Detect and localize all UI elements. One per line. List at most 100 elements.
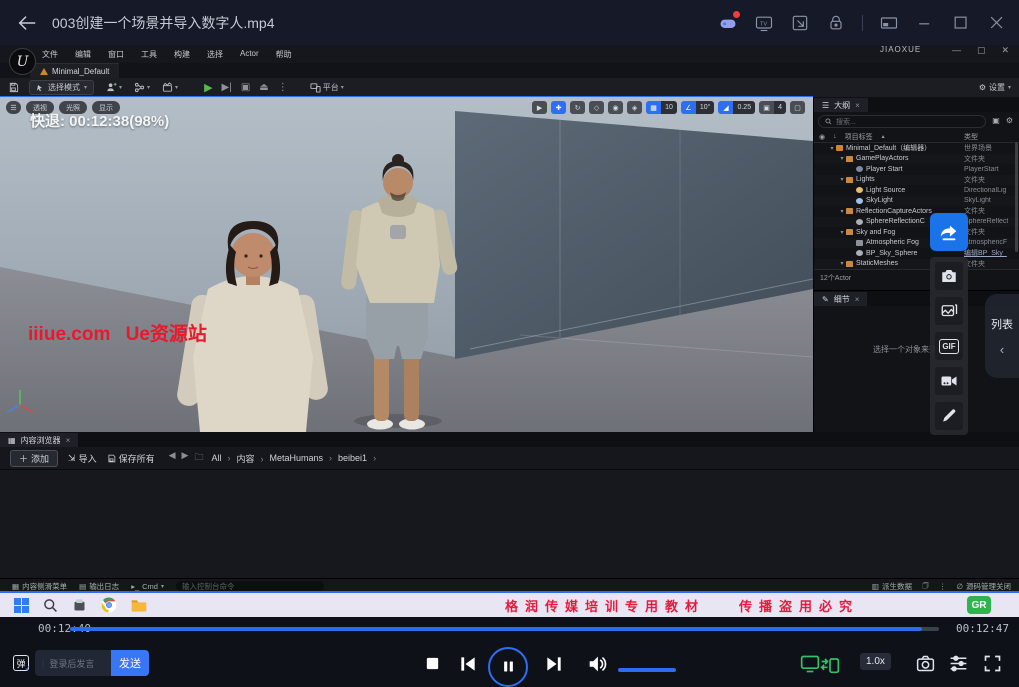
outliner-row[interactable]: ▾ Lights 文件夹 bbox=[814, 175, 1019, 186]
menu-item[interactable]: 文件 bbox=[42, 49, 58, 60]
share-button[interactable] bbox=[930, 213, 968, 251]
viewport-options-icon[interactable]: ☰ bbox=[6, 101, 21, 114]
menu-item[interactable]: 构建 bbox=[174, 49, 190, 60]
surface-snap-icon[interactable]: ◈ bbox=[627, 101, 642, 114]
outliner-scrollbar[interactable] bbox=[1015, 142, 1018, 252]
outliner-row[interactable]: ▾ Sky and Fog 文件夹 bbox=[814, 227, 1019, 238]
expand-arrow-icon[interactable]: ▾ bbox=[838, 229, 846, 236]
taskbar-search-icon[interactable] bbox=[43, 598, 58, 613]
next-button[interactable] bbox=[544, 640, 564, 687]
ue-restore-icon[interactable]: ▢ bbox=[977, 45, 986, 56]
camera-speed-icon[interactable]: ▣ bbox=[759, 101, 774, 114]
stop-button[interactable] bbox=[424, 640, 441, 687]
select-tool-icon[interactable]: ▶ bbox=[532, 101, 547, 114]
play-options-icon[interactable]: ⋮ bbox=[278, 82, 288, 93]
back-history-icon[interactable]: ◀ bbox=[169, 450, 176, 466]
danmaku-input[interactable]: | 登录后发言 bbox=[35, 650, 111, 676]
settings-mixer-button[interactable] bbox=[948, 640, 969, 687]
menu-item[interactable]: 工具 bbox=[141, 49, 157, 60]
snapshot-button[interactable] bbox=[915, 640, 936, 687]
ue-minimize-icon[interactable]: — bbox=[952, 45, 961, 56]
details-tab[interactable]: ✎ 细节 × bbox=[814, 292, 867, 306]
menu-item[interactable]: 编辑 bbox=[75, 49, 91, 60]
chrome-icon[interactable] bbox=[101, 597, 117, 613]
outliner-row[interactable]: ▾ GamePlayActors 文件夹 bbox=[814, 154, 1019, 165]
expand-arrow-icon[interactable]: ▾ bbox=[828, 145, 836, 152]
select-mode-dropdown[interactable]: 选择模式 ▾ bbox=[29, 80, 94, 95]
gamepad-icon[interactable] bbox=[718, 13, 738, 33]
blueprints-icon[interactable]: ▾ bbox=[134, 82, 150, 93]
lock-icon[interactable] bbox=[826, 13, 846, 33]
file-explorer-icon[interactable] bbox=[131, 598, 147, 612]
column-label[interactable]: 项目标签 bbox=[845, 132, 873, 142]
danmaku-toggle[interactable]: 弹 ✓ bbox=[13, 655, 29, 671]
playlist-flyout[interactable]: 列表 ‹ bbox=[985, 294, 1019, 378]
level-tab[interactable]: Minimal_Default bbox=[30, 63, 119, 78]
close-icon[interactable]: × bbox=[855, 101, 860, 110]
recorder-app-icon[interactable] bbox=[72, 598, 87, 613]
outliner-search-input[interactable]: 搜索... bbox=[818, 115, 986, 128]
add-button[interactable]: ＋ 添加 bbox=[10, 450, 58, 467]
new-folder-icon[interactable]: ▣ bbox=[992, 116, 1000, 125]
outliner-row[interactable]: SkyLight SkyLight bbox=[814, 196, 1019, 207]
close-icon[interactable] bbox=[987, 13, 1007, 33]
outliner-row[interactable]: Atmospheric Fog AtmosphericF bbox=[814, 238, 1019, 249]
eye-icon[interactable]: ◉ bbox=[819, 133, 825, 141]
breadcrumb-item[interactable]: beibei1 bbox=[338, 453, 382, 463]
video-capture-icon[interactable] bbox=[935, 367, 963, 395]
grid-snap-value[interactable]: 10 bbox=[661, 101, 677, 114]
rotation-snap-icon[interactable]: ∠ bbox=[681, 101, 696, 114]
move-tool-icon[interactable]: ✚ bbox=[551, 101, 566, 114]
save-all-button[interactable]: 保存所有 bbox=[107, 452, 155, 465]
ue-settings-dropdown[interactable]: ⚙ 设置 ▾ bbox=[979, 78, 1011, 97]
scale-snap-icon[interactable]: ◢ bbox=[718, 101, 733, 114]
maximize-icon[interactable] bbox=[951, 13, 971, 33]
content-drawer-button[interactable]: ▦ 内容侧滑菜单 bbox=[12, 581, 67, 592]
maximize-viewport-icon[interactable]: ▢ bbox=[790, 101, 805, 114]
import-button[interactable]: ⇲ 导入 bbox=[68, 452, 97, 465]
output-log-button[interactable]: ▤ 输出日志 bbox=[79, 581, 119, 592]
breadcrumb-item[interactable]: All bbox=[211, 453, 236, 463]
tv-icon[interactable]: TV bbox=[754, 13, 774, 33]
close-icon[interactable]: × bbox=[855, 295, 860, 304]
forward-history-icon[interactable]: ▶ bbox=[182, 450, 189, 466]
cast-screen-icon[interactable] bbox=[790, 13, 810, 33]
playback-speed[interactable]: 1.0x bbox=[860, 653, 891, 670]
image-capture-icon[interactable] bbox=[935, 297, 963, 325]
add-actor-icon[interactable]: ▾ bbox=[106, 82, 122, 93]
volume-slider[interactable] bbox=[618, 668, 676, 672]
expand-arrow-icon[interactable]: ▾ bbox=[838, 208, 846, 215]
outliner-row[interactable]: ▾ ReflectionCaptureActors 文件夹 bbox=[814, 206, 1019, 217]
ue-account-label[interactable]: JIAOXUE bbox=[880, 45, 921, 54]
outliner-row[interactable]: SphereReflectionC SphereReflect bbox=[814, 217, 1019, 228]
more-options-icon[interactable]: ⋮ bbox=[939, 582, 947, 591]
scale-snap-value[interactable]: 0.25 bbox=[733, 101, 755, 114]
ue-close-icon[interactable]: ✕ bbox=[1001, 45, 1009, 56]
column-type[interactable]: 类型 bbox=[964, 132, 978, 142]
scale-tool-icon[interactable]: ◇ bbox=[589, 101, 604, 114]
back-icon[interactable] bbox=[16, 12, 38, 34]
gif-capture-icon[interactable]: GIF bbox=[935, 332, 963, 360]
previous-button[interactable] bbox=[458, 640, 478, 687]
send-button[interactable]: 发送 bbox=[111, 650, 149, 676]
gear-icon[interactable]: ⚙ bbox=[1006, 116, 1013, 125]
content-browser-tab[interactable]: ▦ 内容浏览器 × bbox=[0, 433, 78, 447]
frame-skip-icon[interactable]: ▶| bbox=[222, 82, 232, 93]
cinematics-icon[interactable]: ▾ bbox=[162, 82, 178, 93]
pen-annotate-icon[interactable] bbox=[935, 402, 963, 430]
source-control-button[interactable]: ∅ 源码管理关闭 bbox=[956, 581, 1011, 592]
rotation-snap-value[interactable]: 10° bbox=[696, 101, 715, 114]
fullscreen-button[interactable] bbox=[982, 640, 1003, 687]
grid-snap-icon[interactable]: ▦ bbox=[646, 101, 661, 114]
save-icon[interactable] bbox=[8, 82, 19, 93]
close-icon[interactable]: × bbox=[66, 436, 71, 445]
menu-item[interactable]: Actor bbox=[240, 49, 259, 60]
derived-data-button[interactable]: ▥ 派生数据 bbox=[872, 581, 912, 592]
cmd-dropdown[interactable]: ▸_ Cmd ▾ bbox=[131, 582, 164, 591]
play-icon[interactable]: ▶ bbox=[204, 81, 212, 94]
device-cast-button[interactable] bbox=[800, 640, 840, 687]
outliner-row[interactable]: ▾ StaticMeshes 文件夹 bbox=[814, 259, 1019, 270]
seek-bar[interactable] bbox=[70, 627, 939, 631]
expand-arrow-icon[interactable]: ▾ bbox=[838, 260, 846, 267]
windows-start-icon[interactable] bbox=[14, 598, 29, 613]
